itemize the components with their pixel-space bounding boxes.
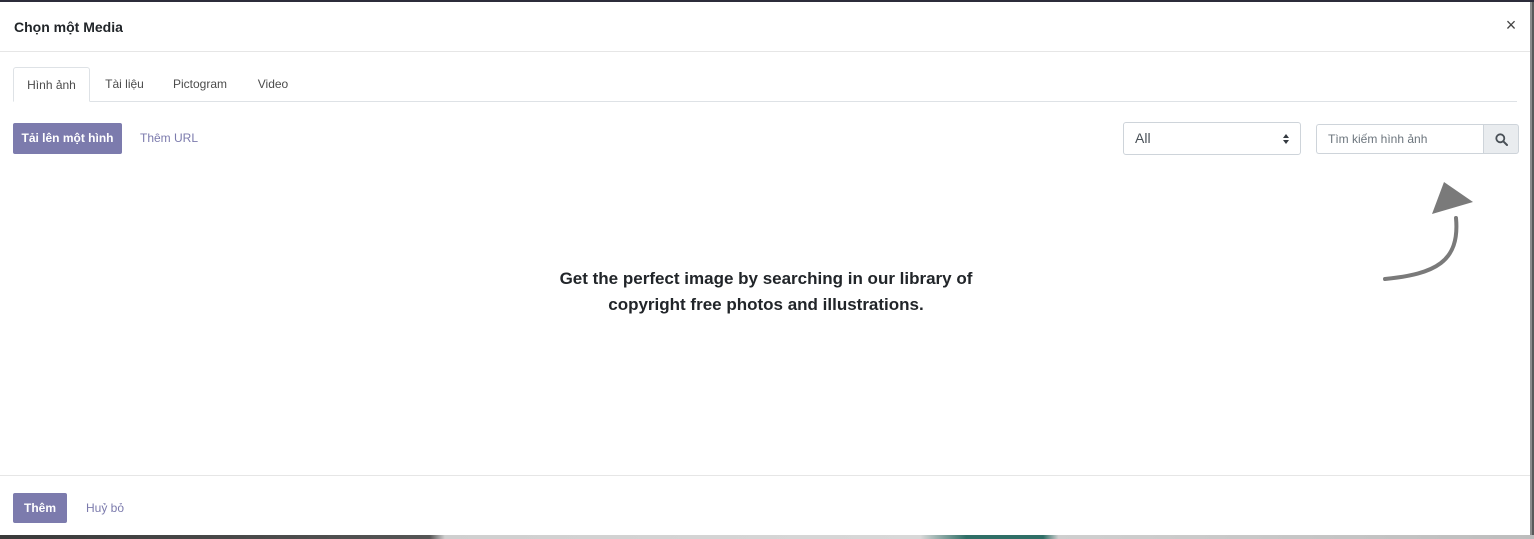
tab-pictogram[interactable]: Pictogram <box>165 67 235 101</box>
tab-images[interactable]: Hình ảnh <box>13 67 90 102</box>
dialog-header: Chọn một Media × <box>0 2 1530 52</box>
add-url-link[interactable]: Thêm URL <box>140 123 198 154</box>
search-group <box>1316 124 1519 154</box>
select-caret-icon <box>1283 134 1289 144</box>
search-input[interactable] <box>1316 124 1483 154</box>
cancel-button[interactable]: Huỷ bỏ <box>86 493 124 523</box>
tab-video[interactable]: Video <box>249 67 297 101</box>
search-button[interactable] <box>1483 124 1519 154</box>
filter-selected-value: All <box>1135 130 1151 146</box>
empty-state-message: Get the perfect image by searching in ou… <box>559 269 973 314</box>
dialog-footer: Thêm Huỷ bỏ <box>0 475 1530 535</box>
upload-image-button[interactable]: Tải lên một hình <box>13 123 122 154</box>
media-dialog: Chọn một Media × Hình ảnh Tài liệu Picto… <box>0 2 1532 535</box>
source-filter-select[interactable]: All <box>1123 122 1301 155</box>
backdrop-bottom <box>0 535 1534 539</box>
close-button[interactable]: × <box>1502 15 1520 35</box>
dialog-title: Chọn một Media <box>14 19 123 35</box>
tab-documents[interactable]: Tài liệu <box>95 67 154 101</box>
search-icon <box>1495 133 1508 146</box>
curved-arrow-up-icon <box>1383 182 1473 281</box>
add-button[interactable]: Thêm <box>13 493 67 523</box>
media-tabs: Hình ảnh Tài liệu Pictogram Video <box>13 67 1517 102</box>
